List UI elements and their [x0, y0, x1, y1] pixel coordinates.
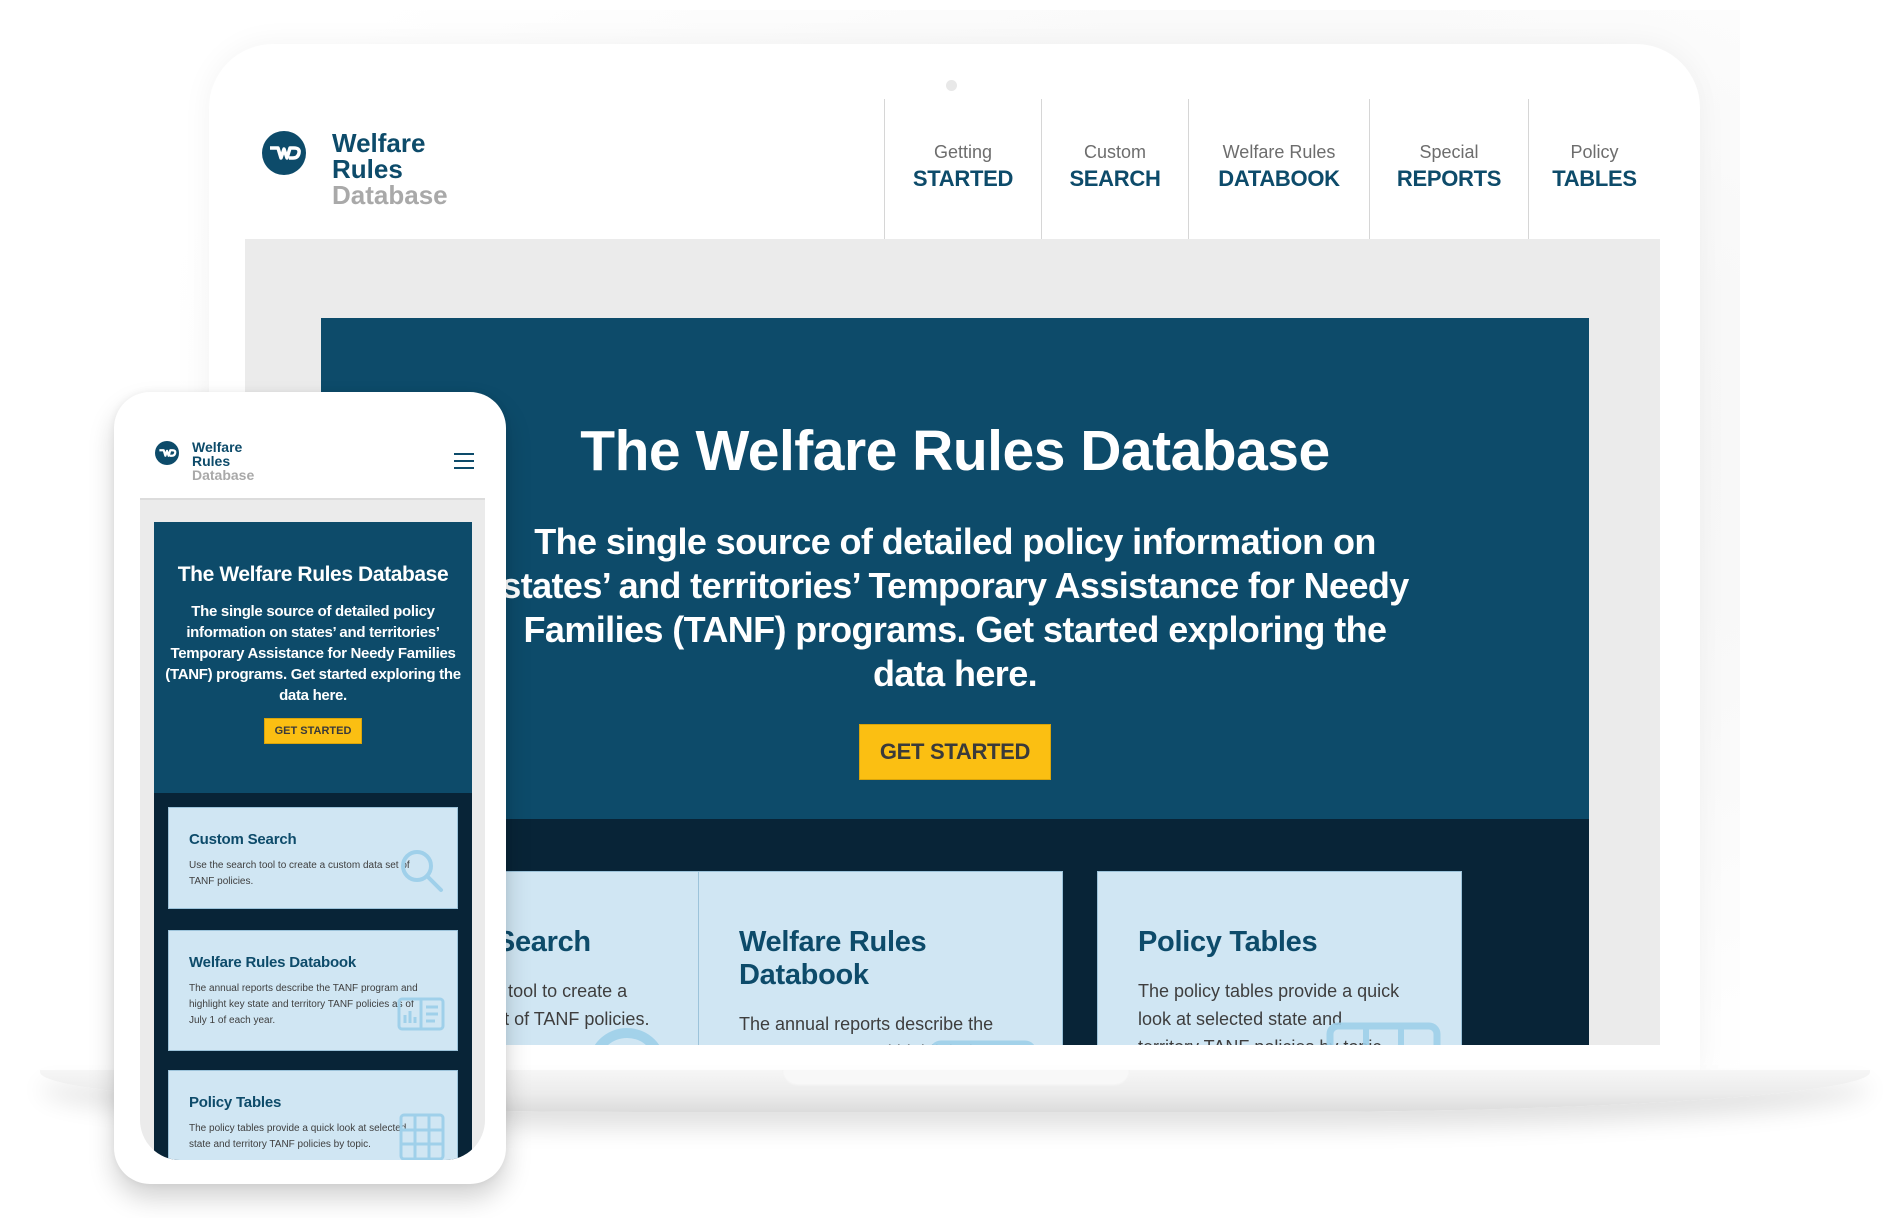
nav-label-top: Welfare Rules	[1222, 142, 1336, 162]
nav-label-bottom: DATABOOK	[1218, 166, 1340, 191]
nav-label-bottom: SEARCH	[1069, 166, 1161, 191]
mobile-hero-title: The Welfare Rules Database	[177, 563, 449, 586]
nav-getting-started[interactable]: Getting STARTED	[884, 99, 1041, 239]
mobile-site: Welfare Rules Database The Welfare Rules…	[140, 398, 485, 1160]
desktop-header: Welfare Rules Database Getting STARTED C…	[245, 99, 1660, 239]
nav-custom-search[interactable]: Custom SEARCH	[1041, 99, 1188, 239]
nav-label-top: Custom	[1083, 142, 1146, 162]
nav-label-top: Policy	[1570, 142, 1619, 162]
magnifier-icon	[401, 850, 443, 892]
card-title: Welfare Rules Databook	[739, 926, 927, 991]
card-text: Use the search tool to create a custom d…	[189, 860, 410, 887]
mobile-card-databook[interactable]: Welfare Rules Databook The annual report…	[168, 930, 458, 1051]
logo-line-3: Database	[192, 467, 255, 483]
table-grid-icon	[399, 1113, 445, 1160]
card-title: Policy Tables	[189, 1094, 282, 1111]
logo-line-2: Rules	[192, 453, 231, 469]
logo-line-1: Welfare	[192, 439, 243, 455]
logo-line-3: Database	[332, 180, 448, 210]
nav-special-reports[interactable]: Special REPORTS	[1369, 99, 1528, 239]
nav-label-top: Special	[1419, 142, 1479, 162]
nav-label-top: Getting	[933, 142, 993, 162]
wr-logo-icon	[262, 131, 306, 175]
card-text: The annual reports describe the TANF pro…	[189, 983, 418, 1026]
mobile-site-logo[interactable]: Welfare Rules Database	[155, 440, 254, 482]
laptop-camera	[946, 80, 957, 91]
logo-line-2: Rules	[332, 154, 403, 184]
laptop-notch	[782, 1070, 1130, 1086]
wr-logo-icon	[155, 441, 179, 465]
mobile-card-policy-tables[interactable]: Policy Tables The policy tables provide …	[168, 1070, 458, 1160]
mobile-header: Welfare Rules Database	[140, 398, 485, 500]
report-icon	[397, 997, 445, 1031]
card-title: Policy Tables	[1138, 926, 1318, 958]
desktop-nav: Getting STARTED Custom SEARCH Welfare Ru…	[884, 99, 1660, 239]
nav-policy-tables[interactable]: Policy TABLES	[1528, 99, 1660, 239]
nav-label-bottom: TABLES	[1552, 166, 1637, 191]
nav-label-bottom: REPORTS	[1396, 166, 1502, 191]
site-logo[interactable]: Welfare Rules Database	[262, 130, 448, 208]
card-databook[interactable]: Welfare Rules Databook The annual report…	[698, 871, 1063, 1045]
nav-label-bottom: STARTED	[912, 166, 1014, 191]
desktop-feature-band: Custom Search Use the search tool to cre…	[321, 819, 1589, 1045]
report-icon	[931, 1040, 1035, 1045]
mobile-get-started-button[interactable]: GET STARTED	[263, 718, 363, 744]
mobile-card-custom-search[interactable]: Custom Search Use the search tool to cre…	[168, 807, 458, 909]
hero-subtitle: The single source of detailed policy inf…	[501, 521, 1409, 694]
mobile-hero-subtitle: The single source of detailed policy inf…	[165, 603, 461, 704]
logo-line-1: Welfare	[332, 128, 426, 158]
table-grid-icon	[1326, 1022, 1441, 1045]
card-policy-tables[interactable]: Policy Tables The policy tables provide …	[1097, 871, 1462, 1045]
card-title: Welfare Rules Databook	[189, 954, 357, 971]
desktop-hero: The Welfare Rules Database The single so…	[321, 318, 1589, 819]
magnifier-icon	[594, 1028, 660, 1045]
mobile-hero: The Welfare Rules Database The single so…	[154, 522, 472, 793]
hamburger-icon[interactable]	[454, 453, 474, 469]
nav-databook[interactable]: Welfare Rules DATABOOK	[1188, 99, 1369, 239]
mobile-feature-band: Custom Search Use the search tool to cre…	[154, 793, 472, 1160]
hero-title: The Welfare Rules Database	[580, 419, 1330, 483]
card-text: The policy tables provide a quick look a…	[189, 1123, 407, 1150]
get-started-button[interactable]: GET STARTED	[858, 724, 1052, 780]
